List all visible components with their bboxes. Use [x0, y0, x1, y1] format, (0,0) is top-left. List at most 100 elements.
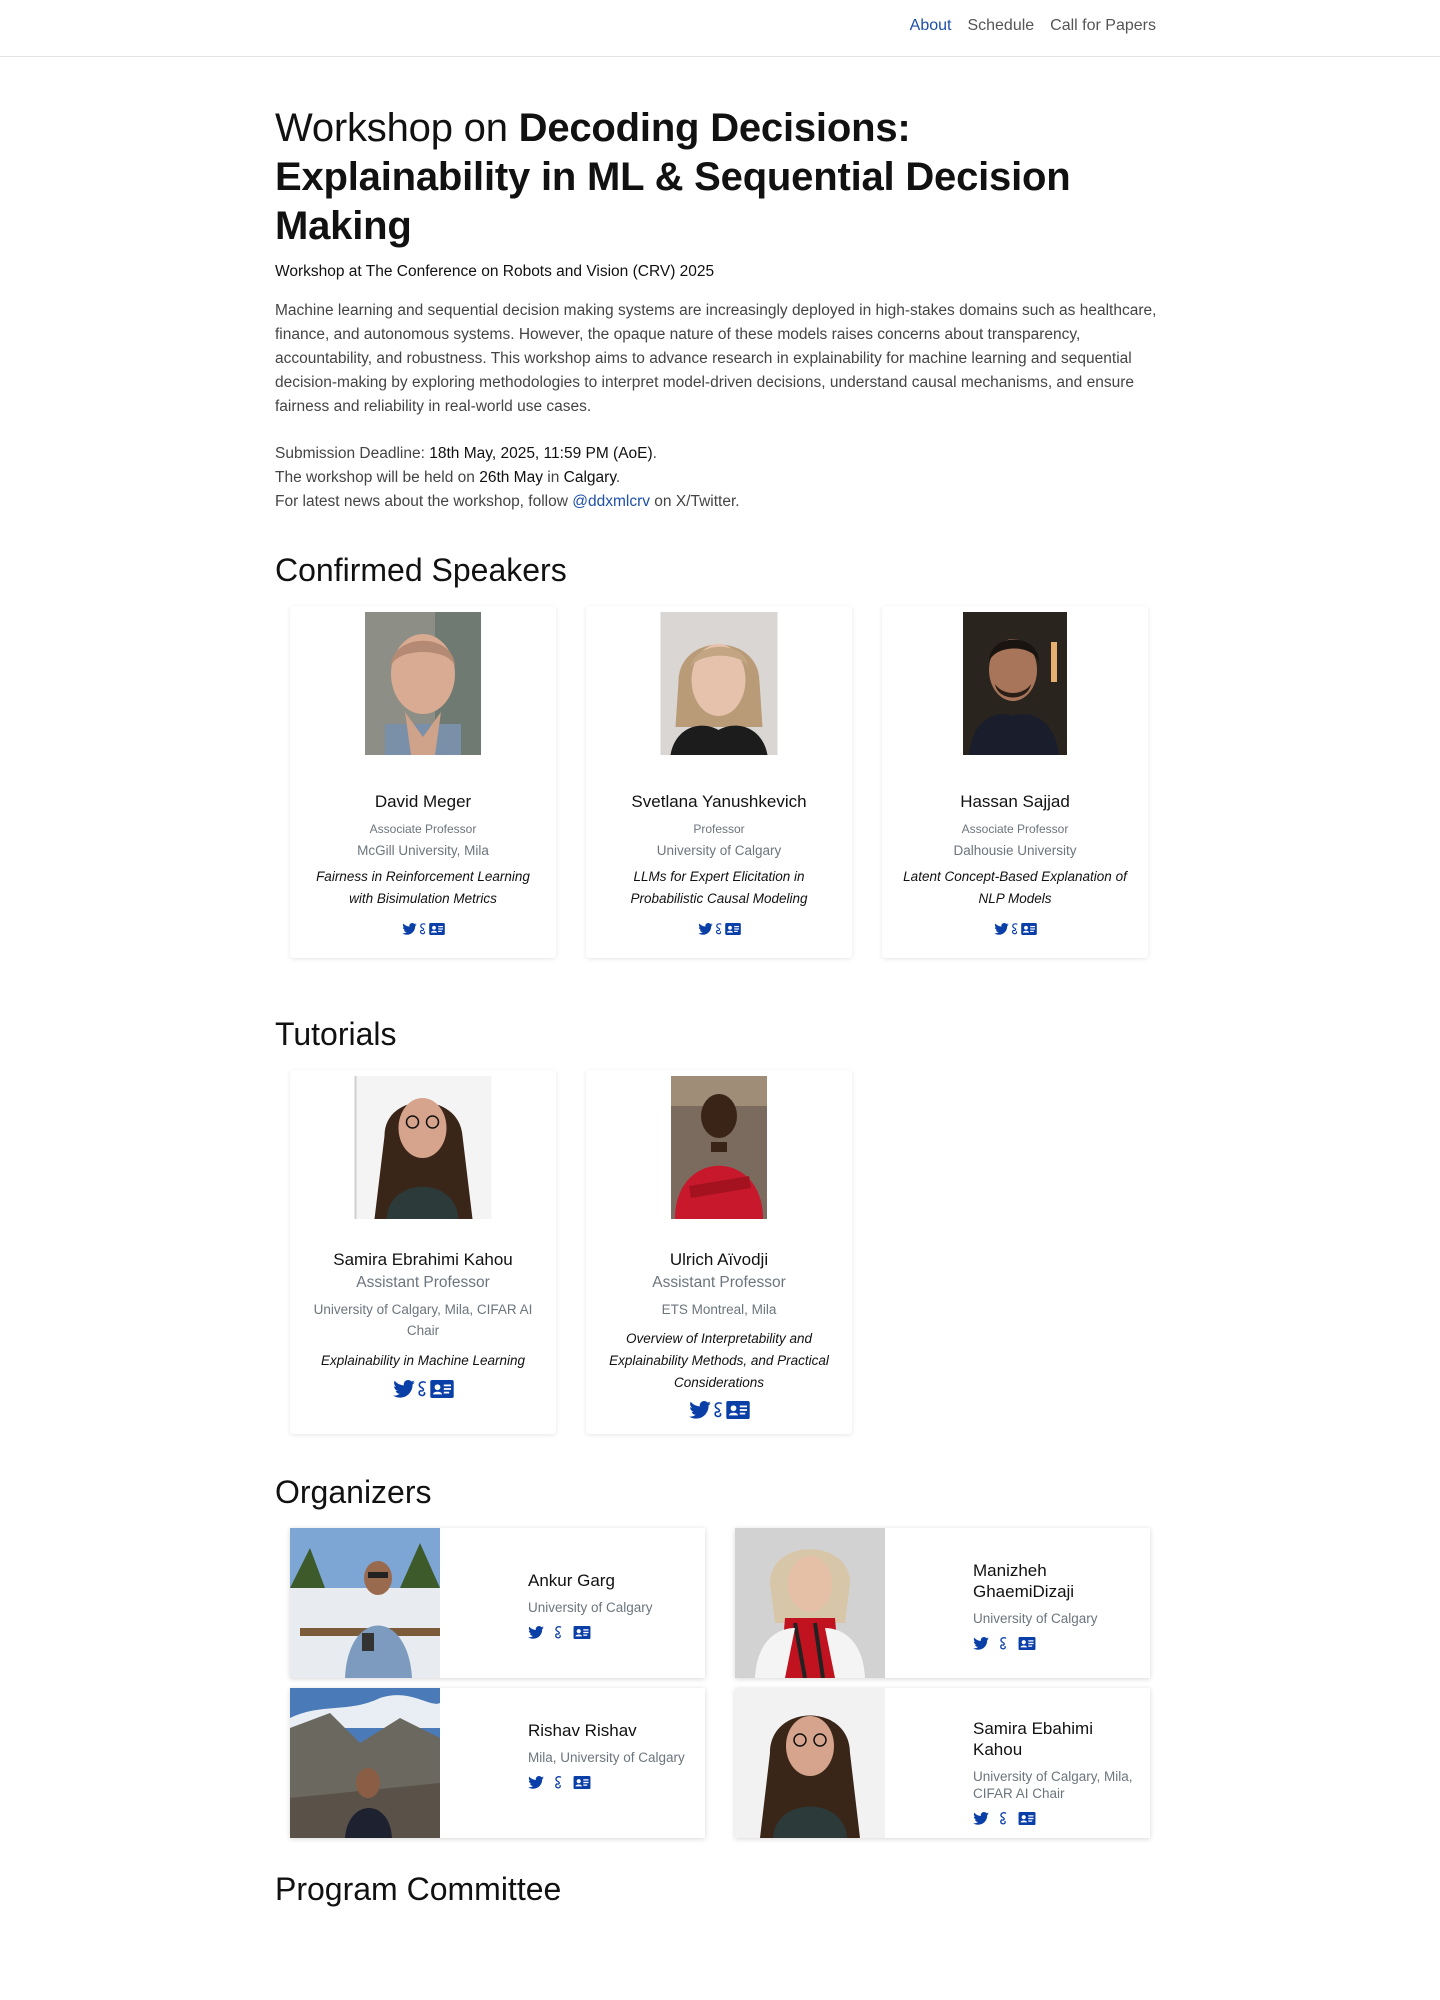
organizer-name: Ankur Garg: [528, 1571, 615, 1590]
tutorial-links: [586, 1401, 852, 1419]
tutorial-speaker-role: Assistant Professor: [652, 1274, 786, 1291]
speaker-talk-title: Latent Concept-Based Explanation of NLP …: [903, 869, 1127, 906]
organizer-photo: [735, 1528, 885, 1678]
twitter-icon[interactable]: [393, 1380, 415, 1398]
organizer-card: Samira Ebahimi Kahou University of Calga…: [735, 1688, 1150, 1838]
twitter-icon[interactable]: [994, 923, 1009, 935]
twitter-handle-link[interactable]: @ddxmlcrv: [572, 493, 650, 510]
speaker-name: Svetlana Yanushkevich: [631, 792, 807, 811]
speaker-links: [290, 923, 556, 935]
speaker-name: Hassan Sajjad: [960, 792, 1070, 811]
speaker-affiliation: Dalhousie University: [953, 843, 1077, 858]
workshop-description: Machine learning and sequential decision…: [275, 302, 1157, 415]
tutorial-talk-title: Explainability in Machine Learning: [320, 1353, 526, 1368]
speaker-affiliation: University of Calgary: [656, 843, 782, 858]
twitter-icon[interactable]: [973, 1637, 989, 1650]
google-scholar-icon[interactable]: [419, 923, 427, 935]
tutorial-speaker-affiliation: University of Calgary, Mila, CIFAR AI Ch…: [313, 1302, 533, 1338]
tutorial-speaker-name: Ulrich Aïvodji: [669, 1250, 769, 1269]
speaker-role: Professor: [693, 822, 745, 836]
twitter-icon[interactable]: [528, 1776, 544, 1789]
hero-section: Workshop on Decoding Decisions: Explaina…: [275, 104, 1165, 514]
speakers-heading: Confirmed Speakers: [275, 552, 567, 588]
profile-card-icon[interactable]: [1018, 1637, 1036, 1650]
tutorial-links: [290, 1380, 556, 1398]
workshop-info: Submission Deadline: 18th May, 2025, 11:…: [275, 442, 1165, 514]
profile-card-icon[interactable]: [430, 1380, 454, 1398]
tutorial-card: Samira Ebrahimi Kahou Assistant Professo…: [290, 1070, 556, 1434]
workshop-subtitle: Workshop at The Conference on Robots and…: [275, 263, 715, 280]
speaker-card: Svetlana Yanushkevich Professor Universi…: [586, 606, 852, 958]
speaker-links: [586, 923, 852, 935]
tutorial-photo: [671, 1076, 767, 1219]
google-scholar-icon[interactable]: [999, 1637, 1008, 1650]
google-scholar-icon[interactable]: [715, 923, 723, 935]
speaker-role: Associate Professor: [369, 822, 477, 836]
organizer-info: Rishav Rishav Mila, University of Calgar…: [528, 1720, 693, 1789]
tutorial-photo: [354, 1076, 492, 1219]
profile-card-icon[interactable]: [573, 1626, 591, 1639]
google-scholar-icon[interactable]: [554, 1626, 563, 1639]
organizer-links: [528, 1776, 693, 1789]
organizer-card: Ankur Garg University of Calgary: [290, 1528, 705, 1678]
organizer-name: Rishav Rishav: [528, 1721, 637, 1740]
news-line: For latest news about the workshop, foll…: [275, 493, 740, 510]
organizer-card: Rishav Rishav Mila, University of Calgar…: [290, 1688, 705, 1838]
speaker-name: David Meger: [374, 792, 472, 811]
twitter-icon[interactable]: [689, 1401, 711, 1419]
speaker-photo: [963, 612, 1067, 755]
organizer-info: Ankur Garg University of Calgary: [528, 1570, 693, 1639]
organizers-heading: Organizers: [275, 1474, 432, 1510]
nav-about[interactable]: About: [910, 17, 952, 35]
profile-card-icon[interactable]: [1021, 923, 1037, 935]
organizer-affiliation: University of Calgary, Mila, CIFAR AI Ch…: [973, 1769, 1133, 1801]
organizer-info: Manizheh GhaemiDizaji University of Calg…: [973, 1560, 1138, 1650]
organizer-photo: [290, 1528, 440, 1678]
twitter-icon[interactable]: [402, 923, 417, 935]
profile-card-icon[interactable]: [726, 1401, 750, 1419]
nav-schedule[interactable]: Schedule: [967, 17, 1034, 35]
nav-call-for-papers[interactable]: Call for Papers: [1050, 17, 1156, 35]
organizer-affiliation: University of Calgary: [528, 1600, 653, 1615]
tutorial-speaker-name: Samira Ebrahimi Kahou: [333, 1250, 513, 1269]
tutorial-card: Ulrich Aïvodji Assistant Professor ETS M…: [586, 1070, 852, 1434]
speaker-photo: [660, 612, 778, 755]
deadline-line: Submission Deadline: 18th May, 2025, 11:…: [275, 445, 657, 462]
google-scholar-icon[interactable]: [999, 1812, 1008, 1825]
tutorial-speaker-role: Assistant Professor: [356, 1274, 490, 1291]
google-scholar-icon[interactable]: [713, 1401, 724, 1419]
organizer-links: [973, 1637, 1138, 1650]
speaker-links: [882, 923, 1148, 935]
organizer-links: [528, 1626, 693, 1639]
google-scholar-icon[interactable]: [554, 1776, 563, 1789]
speaker-talk-title: LLMs for Expert Elicitation in Probabili…: [630, 869, 808, 906]
program-committee-heading: Program Committee: [275, 1871, 562, 1907]
top-navbar: About Schedule Call for Papers: [0, 0, 1440, 57]
nav-links: About Schedule Call for Papers: [910, 17, 1156, 35]
google-scholar-icon[interactable]: [1011, 923, 1019, 935]
profile-card-icon[interactable]: [1018, 1812, 1036, 1825]
organizer-links: [973, 1812, 1138, 1825]
twitter-icon[interactable]: [698, 923, 713, 935]
organizer-name: Manizheh GhaemiDizaji: [973, 1561, 1075, 1601]
profile-card-icon[interactable]: [725, 923, 741, 935]
tutorials-heading: Tutorials: [275, 1016, 397, 1052]
profile-card-icon[interactable]: [573, 1776, 591, 1789]
organizer-photo: [290, 1688, 440, 1838]
google-scholar-icon[interactable]: [417, 1380, 428, 1398]
speaker-card: Hassan Sajjad Associate Professor Dalhou…: [882, 606, 1148, 958]
page-title: Workshop on Decoding Decisions: Explaina…: [275, 106, 1071, 248]
organizer-affiliation: University of Calgary: [973, 1611, 1098, 1626]
twitter-icon[interactable]: [973, 1812, 989, 1825]
speaker-affiliation: McGill University, Mila: [357, 843, 489, 858]
twitter-icon[interactable]: [528, 1626, 544, 1639]
organizer-name: Samira Ebahimi Kahou: [973, 1719, 1093, 1759]
organizer-photo: [735, 1688, 885, 1838]
tutorial-speaker-affiliation: ETS Montreal, Mila: [661, 1302, 777, 1317]
speaker-talk-title: Fairness in Reinforcement Learning with …: [316, 869, 530, 906]
tutorial-talk-title: Overview of Interpretability and Explain…: [609, 1331, 829, 1390]
organizer-card: Manizheh GhaemiDizaji University of Calg…: [735, 1528, 1150, 1678]
profile-card-icon[interactable]: [429, 923, 445, 935]
speaker-card: David Meger Associate Professor McGill U…: [290, 606, 556, 958]
speaker-photo: [365, 612, 481, 755]
